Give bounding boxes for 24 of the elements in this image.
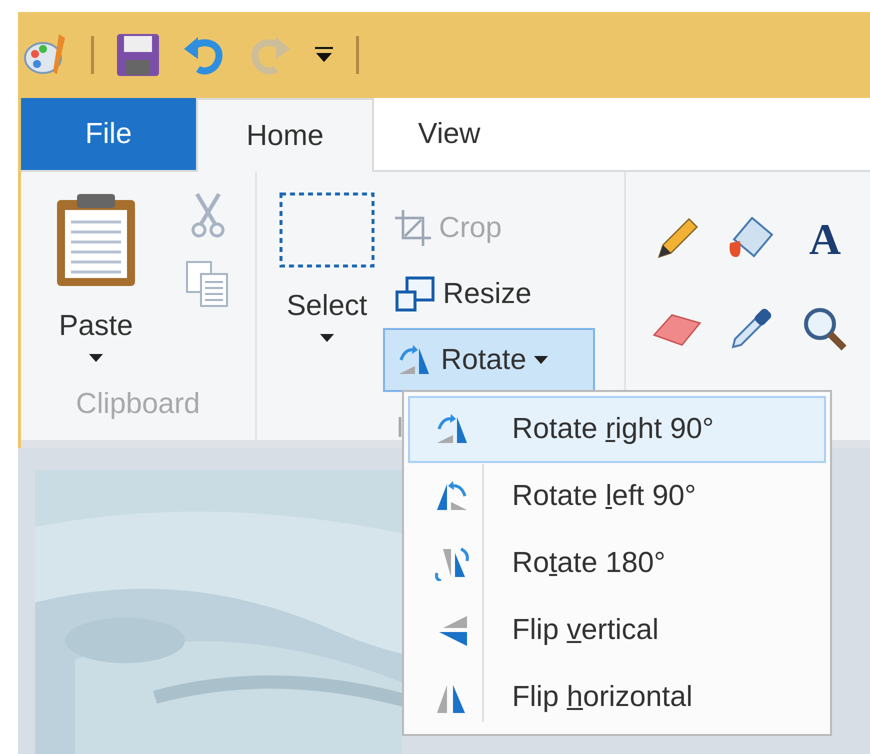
paste-button[interactable]: Paste — [21, 172, 171, 388]
eraser-icon[interactable] — [652, 311, 702, 347]
menu-item[interactable]: Rotate right 90° — [408, 396, 826, 463]
group-label: Clipboard — [74, 388, 202, 422]
menu-item[interactable]: Flip horizontal — [408, 664, 826, 731]
selection-rectangle-icon — [278, 192, 375, 268]
magnifier-icon[interactable] — [802, 306, 848, 352]
pencil-icon[interactable] — [655, 217, 699, 261]
menu-item[interactable]: Rotate 180° — [408, 530, 826, 597]
dropdown-caret-icon[interactable] — [314, 46, 334, 64]
rotate-button[interactable]: Rotate — [382, 328, 595, 392]
clipboard-icon — [55, 192, 137, 288]
caret-icon — [88, 353, 104, 363]
color-picker-icon[interactable] — [729, 307, 773, 351]
menu-item[interactable]: Rotate left 90° — [408, 463, 826, 530]
rotate-half-turn-icon — [433, 546, 471, 580]
menu-item[interactable]: Flip vertical — [408, 597, 826, 664]
caret-icon — [318, 333, 335, 343]
text-tool[interactable]: A — [796, 210, 854, 268]
file-menu-tab[interactable]: File — [21, 98, 196, 170]
group-label: I — [396, 412, 404, 445]
ribbon-tab[interactable]: Home — [196, 98, 374, 172]
resize-squares-icon — [394, 276, 435, 312]
crop-icon — [394, 210, 431, 246]
